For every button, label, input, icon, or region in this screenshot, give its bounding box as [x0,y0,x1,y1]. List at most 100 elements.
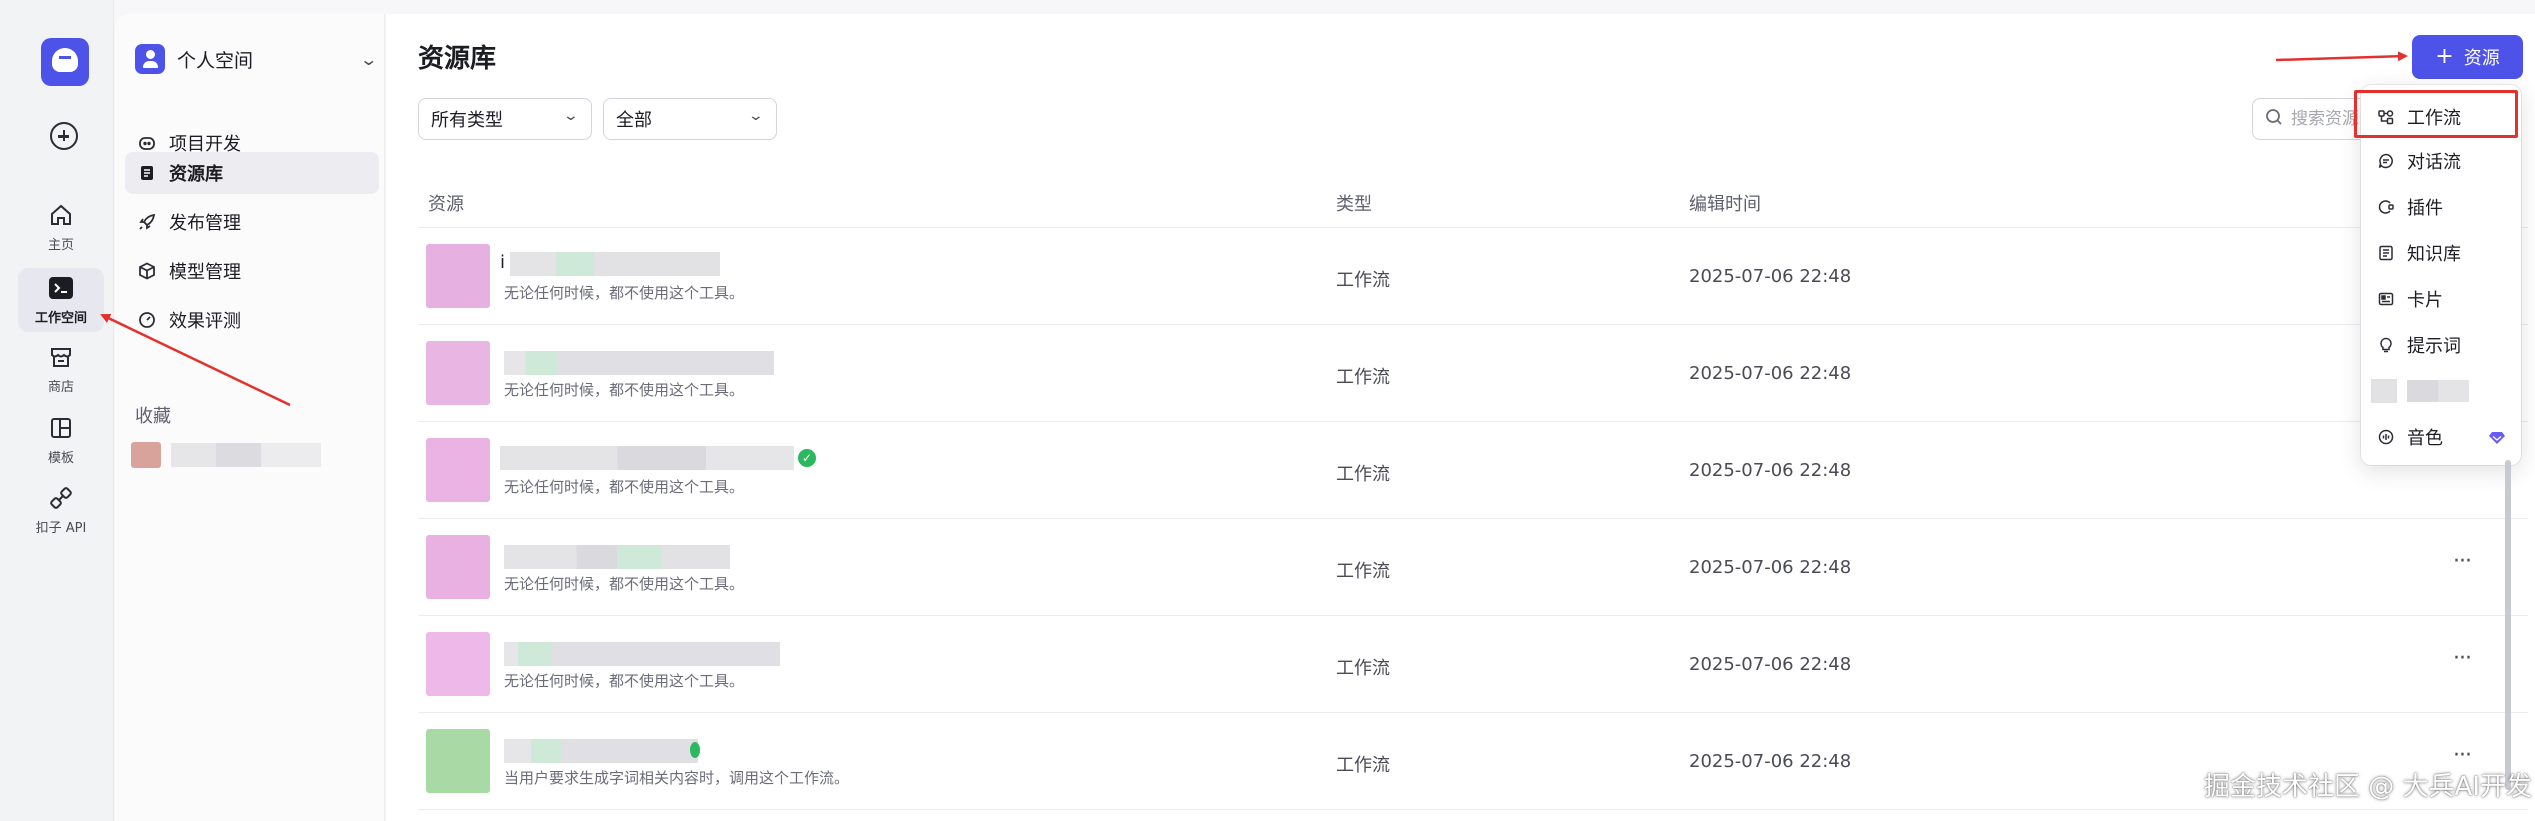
column-header-type: 类型 [1336,194,1372,215]
resource-thumbnail [426,438,490,502]
nav-label: 模型管理 [169,262,241,283]
nav-label: 资源库 [169,164,223,185]
favorite-item[interactable] [131,442,321,468]
menu-item-label: 音色 [2407,428,2443,449]
watermark-text: 掘金技术社区 @ 大兵AI开发 [2204,772,2532,802]
resource-thumbnail [426,341,490,405]
redaction-blur [504,351,774,375]
resource-name-redacted: i [500,252,730,278]
favorite-thumbnail [131,442,161,468]
resource-edit-time: 2025-07-06 22:48 [1689,266,1852,287]
blurred-icon [2371,379,2397,403]
resource-edit-time: 2025-07-06 22:48 [1689,460,1852,481]
more-actions-button[interactable]: ··· [2453,646,2472,671]
menu-item-prompt[interactable]: 提示词 [2369,325,2513,365]
rail-item-templates[interactable]: 模板 [18,408,104,472]
scope-filter-value: 全部 [616,110,652,131]
search-icon [2265,108,2283,130]
user-avatar-icon [135,44,165,74]
knowledge-icon [2377,244,2395,262]
column-header-edit-time: 编辑时间 [1689,194,1761,215]
menu-item-voice[interactable]: 音色 [2369,417,2513,457]
status-dot-icon [690,742,700,758]
nav-item-publish[interactable]: 发布管理 [125,201,379,243]
redaction-blur [500,446,794,470]
cube-icon [137,261,157,281]
rail-label: 模板 [47,451,74,466]
nav-item-models[interactable]: 模型管理 [125,250,379,292]
resource-thumbnail [426,729,490,793]
workspace-sidebar: 个人空间 ⌄ 项目开发 资源库 发布管理 模型管理 效果评测 收藏 [115,14,385,821]
chevron-down-icon: ⌄ [358,49,378,69]
rail-item-home[interactable]: 主页 [18,195,104,259]
nav-item-evaluation[interactable]: 效果评测 [125,299,379,341]
add-resource-menu: 工作流 对话流 插件 知识库 卡片 提示词 音色 [2361,85,2521,465]
rail-item-workspace[interactable]: 工作空间 [18,268,104,332]
table-row[interactable]: ✓ 无论任何时候，都不使用这个工具。 工作流 2025-07-06 22:48 [418,422,2528,519]
rail-item-store[interactable]: 商店 [18,337,104,401]
table-row[interactable]: 无论任何时候，都不使用这个工具。 工作流 2025-07-06 22:48 ··… [418,616,2528,713]
plugin-icon [2377,198,2395,216]
type-filter-select[interactable]: 所有类型 ⌄ [418,98,592,140]
annotation-highlight-box [2354,90,2518,138]
menu-item-card[interactable]: 卡片 [2369,279,2513,319]
resource-description: 无论任何时候，都不使用这个工具。 [504,575,745,593]
resource-name-redacted [500,640,780,666]
rail-label: 工作空间 [34,311,87,326]
nav-item-library[interactable]: 资源库 [125,152,379,194]
redacted-label [2407,380,2469,402]
coze-logo[interactable] [41,38,89,86]
redaction-blur [504,642,780,666]
icon-rail: 主页 工作空间 商店 模板 扣子 API [0,0,114,821]
card-icon [2377,290,2395,308]
redaction-blur [504,545,730,569]
rail-label: 主页 [47,238,74,253]
vertical-scrollbar[interactable] [2505,460,2511,790]
redaction-blur [510,252,720,276]
scope-filter-select[interactable]: 全部 ⌄ [603,98,777,140]
type-filter-value: 所有类型 [431,110,503,131]
resource-name-redacted: ✓ [500,446,816,472]
api-icon [47,484,75,512]
space-switcher[interactable]: 个人空间 ⌄ [135,42,378,76]
chatflow-icon [2377,152,2395,170]
favorite-name-redacted [171,443,321,467]
gauge-icon [137,310,157,330]
terminal-icon [47,274,75,302]
home-icon [47,201,75,229]
more-actions-button[interactable]: ··· [2453,743,2472,768]
rail-label: 扣子 API [35,521,87,536]
resource-description: 无论任何时候，都不使用这个工具。 [504,381,745,399]
library-panel: 资源库 所有类型 ⌄ 全部 ⌄ + 资源 资源 类型 编辑时间 [386,14,2535,821]
app-window: 主页 工作空间 商店 模板 扣子 API 个人空间 ⌄ 项目开发 资源库 发布管… [0,0,2535,821]
resource-name-prefix: i [500,252,506,273]
add-resource-button[interactable]: + 资源 [2412,35,2523,79]
table-row[interactable]: i 无论任何时候，都不使用这个工具。 工作流 2025-07-06 22:48 [418,228,2528,325]
resource-edit-time: 2025-07-06 22:48 [1689,654,1852,675]
more-actions-button[interactable]: ··· [2453,549,2472,574]
rail-item-api[interactable]: 扣子 API [18,478,104,542]
resource-edit-time: 2025-07-06 22:48 [1689,557,1852,578]
table-row[interactable]: 无论任何时候，都不使用这个工具。 工作流 2025-07-06 22:48 ··… [418,519,2528,616]
menu-item-knowledge[interactable]: 知识库 [2369,233,2513,273]
resource-description: 当用户要求生成字词相关内容时，调用这个工作流。 [504,769,850,787]
resource-thumbnail [426,244,490,308]
menu-item-redacted[interactable] [2369,371,2513,411]
menu-item-label: 提示词 [2407,336,2461,357]
table-row[interactable]: 无论任何时候，都不使用这个工具。 工作流 2025-07-06 22:48 [418,325,2528,422]
premium-diamond-icon [2489,429,2505,450]
resource-thumbnail [426,632,490,696]
redaction-blur [504,739,698,763]
menu-item-plugin[interactable]: 插件 [2369,187,2513,227]
resource-type: 工作流 [1336,464,1390,485]
menu-item-label: 插件 [2407,198,2443,219]
menu-item-chatflow[interactable]: 对话流 [2369,141,2513,181]
create-icon[interactable] [50,122,78,150]
page-title: 资源库 [418,44,497,74]
resource-type: 工作流 [1336,755,1390,776]
bot-icon [137,133,157,153]
rail-label: 商店 [47,380,74,395]
menu-item-label: 知识库 [2407,244,2461,265]
resource-type: 工作流 [1336,561,1390,582]
resource-description: 无论任何时候，都不使用这个工具。 [504,672,745,690]
